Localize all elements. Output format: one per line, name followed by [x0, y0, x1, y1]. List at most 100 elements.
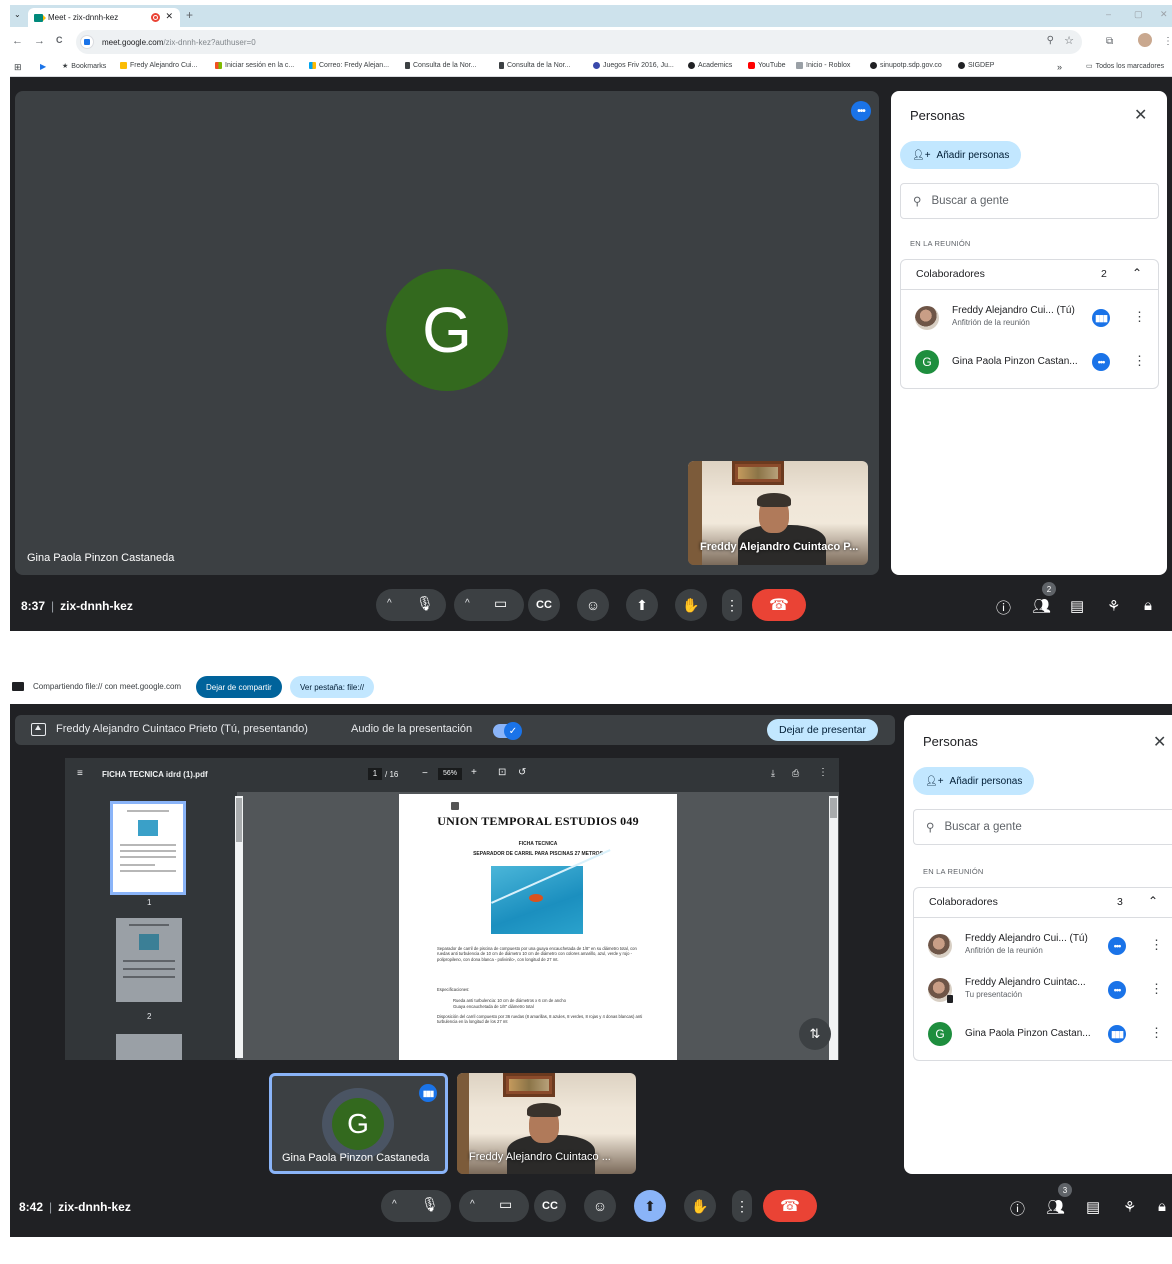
bookmark-item[interactable]: Correo: Fredy Alejan...	[309, 62, 389, 69]
page-number-input[interactable]: 1	[368, 768, 382, 780]
camera-icon[interactable]: ▭	[494, 595, 507, 612]
participant-tile-gina[interactable]: G ▮▮▮ Gina Paola Pinzon Castaneda	[269, 1073, 448, 1174]
page-thumbnail-2[interactable]	[116, 918, 182, 1002]
all-bookmarks-folder[interactable]: ▭ Todos los marcadores	[1086, 62, 1164, 71]
zoom-icon[interactable]: ⚲	[1047, 35, 1054, 46]
mic-icon[interactable]: 🎙︎	[416, 595, 434, 612]
host-controls-icon[interactable]: 🔒︎	[1144, 597, 1152, 614]
more-bookmarks-button[interactable]: »	[1057, 62, 1062, 72]
extensions-icon[interactable]: ⧉	[1106, 36, 1113, 47]
bookmark-item[interactable]: sinupotp.sdp.gov.co	[870, 62, 942, 69]
download-icon[interactable]: ⤓	[771, 768, 775, 779]
tab-close-icon[interactable]: ✕	[165, 11, 173, 22]
raise-hand-icon[interactable]: ✋	[675, 589, 707, 621]
new-tab-button[interactable]: +	[186, 8, 193, 22]
camera-icon[interactable]: ▭	[499, 1196, 512, 1213]
profile-avatar[interactable]	[1138, 33, 1152, 47]
stop-presenting-button[interactable]: Dejar de presentar	[767, 719, 878, 741]
bookmark-item[interactable]: YouTube	[748, 62, 786, 69]
restore-button[interactable]: ▢	[1134, 9, 1143, 20]
presentation-audio-toggle[interactable]: ✓	[493, 722, 522, 740]
video-settings-caret-icon[interactable]: ^	[465, 598, 470, 609]
more-vert-icon[interactable]: ⋮	[732, 1190, 752, 1222]
host-controls-icon[interactable]: 🔒︎	[1158, 1198, 1166, 1215]
zoom-out-icon[interactable]: −	[422, 768, 428, 779]
captions-icon[interactable]: CC	[528, 589, 560, 621]
group-header[interactable]: Colaboradores 2 ⌃	[901, 260, 1158, 290]
pdf-menu-icon[interactable]: ≡	[77, 768, 83, 779]
people-search[interactable]: ⚲	[900, 183, 1159, 219]
view-tab-button[interactable]: Ver pestaña: file://	[290, 676, 375, 698]
bookmark-item[interactable]: Iniciar sesión en la c...	[215, 62, 294, 69]
chevron-up-icon[interactable]: ⌃	[1148, 894, 1158, 908]
close-panel-icon[interactable]: ✕	[1153, 732, 1166, 752]
scrollbar-thumb[interactable]	[236, 798, 242, 842]
bookmark-item[interactable]: Consulta de la Nor...	[405, 62, 476, 69]
forward-button[interactable]: →	[34, 35, 45, 47]
activities-icon[interactable]: ⚘	[1107, 597, 1120, 615]
pdf-scrollbar[interactable]	[829, 796, 838, 1060]
main-video-tile[interactable]: G ••• Gina Paola Pinzon Castaneda Freddy…	[15, 91, 879, 575]
bookmark-item[interactable]: Inicio - Roblox	[796, 62, 850, 69]
window-close-button[interactable]: ✕	[1160, 9, 1168, 20]
group-header[interactable]: Colaboradores 3 ⌃	[914, 888, 1172, 918]
hangup-icon[interactable]: ☎	[763, 1190, 817, 1222]
search-input[interactable]	[944, 821, 1145, 833]
more-options-badge-icon[interactable]: •••	[1108, 937, 1126, 955]
chat-icon[interactable]: ▤	[1086, 1198, 1100, 1216]
page-thumbnail-1[interactable]	[110, 801, 186, 895]
reload-button[interactable]: C	[56, 35, 63, 45]
chevron-up-icon[interactable]: ⌃	[1132, 266, 1142, 280]
more-options-badge-icon[interactable]: •••	[1108, 981, 1126, 999]
scroll-toggle-icon[interactable]: ⇅	[799, 1018, 831, 1050]
site-info-icon[interactable]	[80, 35, 94, 49]
bookmark-item[interactable]: ★ Bookmarks	[62, 62, 106, 71]
stop-sharing-button[interactable]: Dejar de compartir	[196, 676, 282, 698]
search-input[interactable]	[931, 195, 1132, 207]
more-vert-icon[interactable]: ⋮	[1150, 937, 1163, 953]
more-vert-icon[interactable]: ⋮	[1150, 981, 1163, 997]
more-options-badge-icon[interactable]: •••	[1092, 353, 1110, 371]
bookmark-item[interactable]: Fredy Alejandro Cui...	[120, 62, 197, 69]
zoom-in-icon[interactable]: +	[471, 767, 477, 778]
back-button[interactable]: ←	[12, 35, 23, 47]
page-thumbnail-3[interactable]	[116, 1034, 182, 1060]
print-icon[interactable]: ⎙	[792, 768, 799, 779]
tab-search-icon[interactable]: ⌄	[14, 10, 21, 19]
bookmark-star-icon[interactable]: ☆	[1064, 34, 1074, 47]
people-search[interactable]: ⚲	[913, 809, 1172, 845]
shared-pdf-viewer[interactable]: ≡ FICHA TECNICA idrd (1).pdf 1 / 16 − 56…	[65, 758, 839, 1060]
mic-icon[interactable]: 🎙︎	[421, 1196, 439, 1213]
audio-settings-caret-icon[interactable]: ^	[387, 598, 392, 609]
participant-tile-freddy[interactable]: Freddy Alejandro Cuintaco ...	[457, 1073, 636, 1174]
more-vert-icon[interactable]: ⋮	[1133, 353, 1146, 369]
audio-settings-caret-icon[interactable]: ^	[392, 1199, 397, 1210]
bookmark-item[interactable]: Consulta de la Nor...	[499, 62, 570, 69]
info-icon[interactable]: ⓘ	[1010, 1198, 1025, 1219]
bookmark-item[interactable]: Juegos Friv 2016, Ju...	[593, 62, 674, 69]
more-vert-icon[interactable]: ⋮	[1133, 309, 1146, 325]
zoom-level[interactable]: 56%	[438, 768, 462, 780]
add-people-button[interactable]: 👤︎+ Añadir personas	[900, 141, 1022, 169]
add-people-button[interactable]: 👤︎+ Añadir personas	[913, 767, 1035, 795]
address-bar[interactable]: meet.google.com/zix-dnnh-kez?authuser=0 …	[76, 30, 1082, 54]
present-icon[interactable]: ⬆	[626, 589, 658, 621]
people-icon[interactable]: 👥︎	[1032, 597, 1051, 615]
hangup-icon[interactable]: ☎	[752, 589, 806, 621]
bookmark-item[interactable]: SIGDEP	[958, 62, 994, 69]
scrollbar-thumb[interactable]	[830, 798, 837, 818]
browser-menu-icon[interactable]: ⋮	[1163, 36, 1172, 47]
bookmark-item[interactable]: Academics	[688, 62, 732, 69]
more-vert-icon[interactable]: ⋮	[722, 589, 742, 621]
present-icon[interactable]: ⬆	[634, 1190, 666, 1222]
tile-options-icon[interactable]: •••	[851, 101, 871, 121]
apps-grid-icon[interactable]: ⊞	[14, 62, 22, 73]
chat-icon[interactable]: ▤	[1070, 597, 1084, 615]
more-vert-icon[interactable]: ⋮	[818, 767, 828, 778]
thumbnail-scrollbar[interactable]	[235, 796, 243, 1058]
raise-hand-icon[interactable]: ✋	[684, 1190, 716, 1222]
video-settings-caret-icon[interactable]: ^	[470, 1199, 475, 1210]
emoji-icon[interactable]: ☺	[577, 589, 609, 621]
captions-icon[interactable]: CC	[534, 1190, 566, 1222]
self-view-tile[interactable]: Freddy Alejandro Cuintaco P...	[688, 461, 868, 565]
